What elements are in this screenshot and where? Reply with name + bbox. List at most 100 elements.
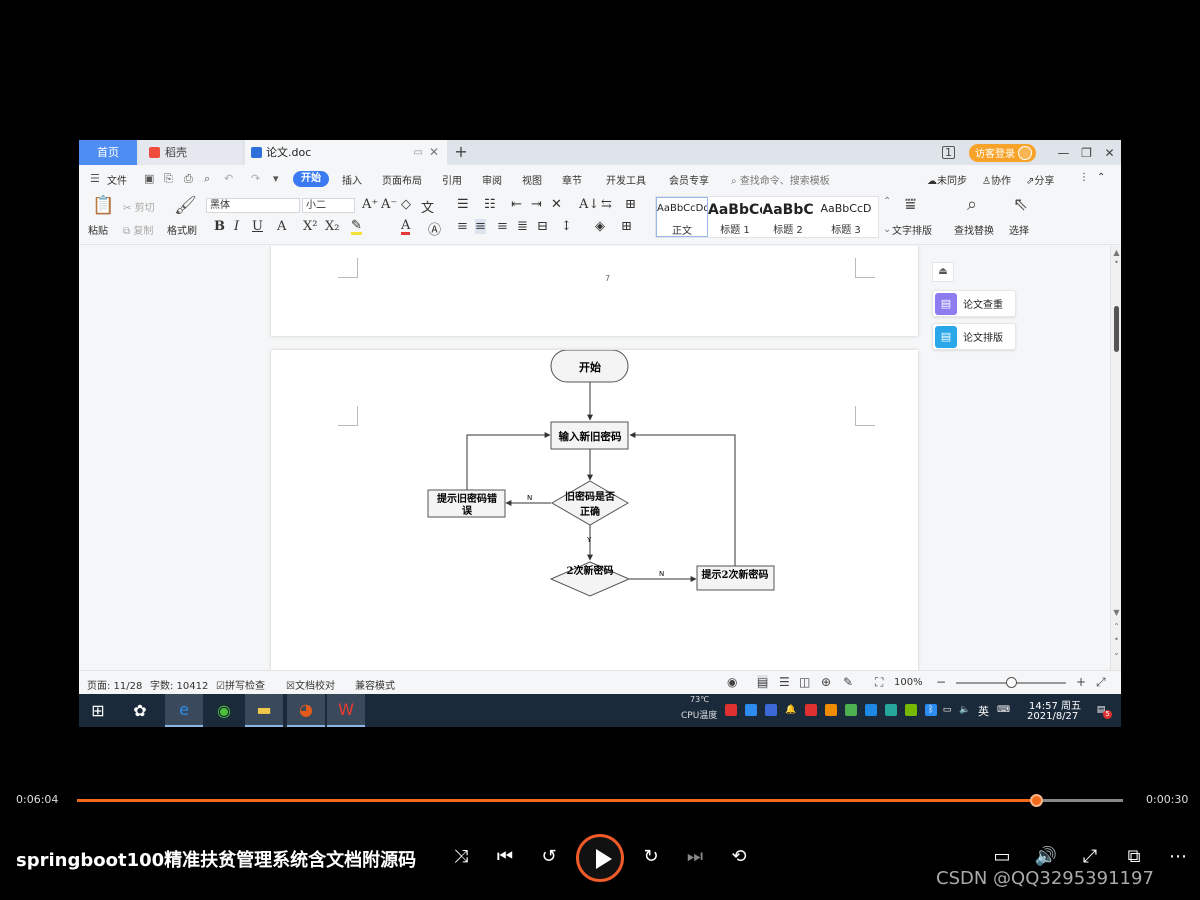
menu-dev-tools[interactable]: 开发工具 (606, 172, 646, 187)
scrollbar-thumb[interactable] (1114, 306, 1119, 352)
zoom-in-icon[interactable]: + (1076, 675, 1086, 689)
menu-member[interactable]: 会员专享 (669, 172, 709, 187)
loop-icon[interactable]: ⟲ (726, 846, 752, 867)
phonetic-icon[interactable]: 文 (421, 197, 434, 216)
zoom-slider-knob[interactable] (1006, 677, 1017, 688)
tab-docer[interactable]: 稻壳 (139, 140, 242, 165)
shading-icon[interactable]: ◈ (595, 219, 605, 234)
copy-button[interactable]: ⧉ 复制 (123, 222, 153, 237)
menu-start[interactable]: 开始 (293, 171, 329, 187)
next-page-icon[interactable]: ⌄ (1112, 648, 1121, 657)
sort-icon[interactable]: A↓ (579, 197, 599, 212)
bullets-icon[interactable]: ☰ (457, 197, 469, 212)
web-view-icon[interactable]: ⊕ (821, 675, 831, 689)
scroll-down-icon[interactable]: ▼ (1112, 608, 1121, 617)
tray-app-icon[interactable] (805, 704, 817, 716)
next-icon[interactable]: ⏭ (682, 846, 708, 867)
bold-icon[interactable]: B (214, 219, 225, 234)
sync-status[interactable]: ☁未同步 (927, 172, 967, 187)
nvidia-icon[interactable] (905, 704, 917, 716)
eye-protect-icon[interactable]: ◉ (727, 675, 737, 689)
subscript-icon[interactable]: X₂ (325, 219, 339, 234)
borders-icon[interactable]: ⊞ (621, 219, 632, 234)
find-icon[interactable]: ⌕ (967, 194, 977, 215)
subtitles-icon[interactable]: ▭ (989, 846, 1015, 867)
vertical-scrollbar[interactable]: ▲ • ▼ ⌃ • ⌄ (1110, 246, 1121, 670)
more-icon[interactable]: ⋮ (1079, 172, 1089, 183)
menu-file[interactable]: 文件 (107, 172, 127, 187)
menu-insert[interactable]: 插入 (342, 172, 362, 187)
show-marks-icon[interactable]: ⇆ (601, 197, 612, 212)
line-spacing-icon[interactable]: ↕ (561, 219, 572, 234)
style-3[interactable]: AaBbCcD 标题 3 (814, 197, 878, 237)
zoom-out-icon[interactable]: − (936, 675, 946, 689)
menu-view[interactable]: 视图 (522, 172, 542, 187)
page-view-icon[interactable]: ▤ (757, 675, 769, 689)
progress-knob[interactable] (1030, 794, 1044, 807)
justify-icon[interactable]: ≣ (517, 219, 528, 234)
print-preview-icon[interactable]: ⌕ (204, 172, 210, 186)
print-icon[interactable]: ⎙ (184, 172, 193, 186)
input-method[interactable]: 英 (978, 703, 989, 719)
shrink-font-icon[interactable]: A⁻ (381, 197, 397, 212)
brush-icon[interactable]: 🖌 (174, 195, 197, 216)
superscript-icon[interactable]: X² (303, 219, 317, 234)
app-flower-icon[interactable]: ✿ (121, 694, 159, 727)
share-button[interactable]: ⇗分享 (1026, 172, 1054, 187)
customize-chevron-icon[interactable]: ▾ (273, 172, 279, 185)
minimize-button[interactable]: — (1052, 146, 1075, 160)
align-right-icon[interactable]: ≡ (497, 219, 508, 234)
pip-icon[interactable]: ⧉ (1121, 846, 1147, 867)
word-count[interactable]: 字数: 10412 (150, 677, 208, 692)
align-left-icon[interactable]: ≡ (457, 219, 468, 234)
menu-chapter[interactable]: 章节 (562, 172, 582, 187)
table-tools-icon[interactable]: ⊞ (625, 197, 636, 212)
current-page[interactable]: 开始 输入新旧密码 旧密码是否 正确 提示旧密码错 误 2次新密码 提示2次新密… (271, 350, 918, 670)
reading-view-icon[interactable]: ◫ (799, 675, 810, 689)
clock-time[interactable]: 14:57 周五 (1029, 697, 1081, 712)
scroll-up-icon[interactable]: ▲ (1112, 248, 1121, 257)
font-family-select[interactable]: 黑体 (206, 198, 300, 213)
font-size-select[interactable]: 小二 (302, 198, 355, 213)
file-explorer-icon[interactable]: ▬ (245, 694, 283, 727)
format-painter-button[interactable]: 格式刷 (167, 222, 197, 237)
tray-app-icon[interactable] (725, 704, 737, 716)
save-icon[interactable]: ▣ (144, 172, 154, 185)
text-layout-button[interactable]: 文字排版 (892, 222, 932, 237)
login-button[interactable]: 访客登录 (969, 143, 1036, 162)
menu-references[interactable]: 引用 (442, 172, 462, 187)
gallery-expand-icon[interactable]: ⌄ (883, 224, 891, 235)
paper-format-button[interactable]: ▤ 论文排版 (932, 323, 1016, 350)
paste-button[interactable]: 粘贴 (88, 222, 108, 237)
strikethrough-icon[interactable]: A (277, 219, 286, 234)
collab-button[interactable]: ♙协作 (982, 172, 1011, 187)
fullscreen-icon[interactable]: ⤢ (1096, 675, 1106, 690)
ie-browser-icon[interactable]: e (165, 694, 203, 727)
play-button[interactable] (576, 834, 624, 882)
decrease-indent-icon[interactable]: ⇤ (511, 197, 522, 212)
restore-button[interactable]: ❐ (1075, 146, 1098, 160)
shuffle-icon[interactable]: ⤨ (448, 846, 474, 867)
hamburger-icon[interactable]: ☰ (90, 172, 100, 185)
cursor-icon[interactable]: ⇖ (1013, 194, 1028, 215)
numbering-icon[interactable]: ☷ (484, 197, 496, 212)
char-border-icon[interactable]: Ⓐ (428, 219, 441, 238)
paste-icon[interactable]: 📋 (92, 195, 114, 216)
grow-font-icon[interactable]: A⁺ (362, 197, 378, 212)
close-tab-icon[interactable]: ✕ (429, 140, 439, 165)
style-0[interactable]: AaBbCcDd 正文 (656, 197, 708, 237)
forward-30-icon[interactable]: ↻ (638, 846, 664, 867)
select-browse-icon[interactable]: • (1112, 635, 1121, 644)
highlight-icon[interactable]: ✎ (351, 219, 362, 235)
volume-icon[interactable]: 🔊 (1033, 846, 1059, 867)
menu-review[interactable]: 审阅 (482, 172, 502, 187)
text-layout-icon[interactable]: ⩸ (905, 194, 916, 215)
progress-bar[interactable] (77, 794, 1123, 807)
rewind-icon[interactable]: ↺ (536, 846, 562, 867)
tray-shield-icon[interactable] (765, 704, 777, 716)
battery-icon[interactable]: ▭ (941, 704, 953, 716)
zoom-level[interactable]: 100% (894, 677, 923, 688)
tray-app-icon[interactable] (865, 704, 877, 716)
command-search[interactable]: ⌕ 查找命令、搜索模板 (731, 172, 830, 187)
export-icon[interactable]: ⎘ (164, 172, 173, 186)
